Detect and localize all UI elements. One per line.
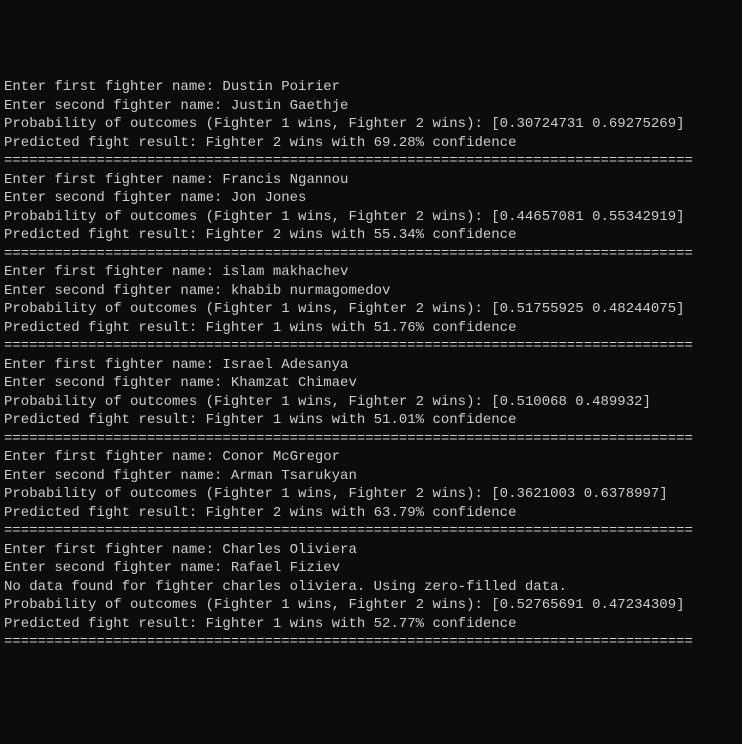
- prompt-fighter2: Enter second fighter name: Khamzat Chima…: [4, 374, 738, 393]
- probability-output: Probability of outcomes (Fighter 1 wins,…: [4, 596, 738, 615]
- no-data-warning: No data found for fighter charles olivie…: [4, 578, 738, 597]
- prompt-fighter1: Enter first fighter name: Charles Olivie…: [4, 541, 738, 560]
- predicted-result: Predicted fight result: Fighter 2 wins w…: [4, 504, 738, 523]
- predicted-result: Predicted fight result: Fighter 1 wins w…: [4, 411, 738, 430]
- separator: ========================================…: [4, 633, 738, 652]
- separator: ========================================…: [4, 152, 738, 171]
- probability-output: Probability of outcomes (Fighter 1 wins,…: [4, 300, 738, 319]
- prompt-fighter1: Enter first fighter name: Conor McGregor: [4, 448, 738, 467]
- probability-output: Probability of outcomes (Fighter 1 wins,…: [4, 115, 738, 134]
- prompt-fighter2: Enter second fighter name: Arman Tsaruky…: [4, 467, 738, 486]
- predicted-result: Predicted fight result: Fighter 1 wins w…: [4, 615, 738, 634]
- probability-output: Probability of outcomes (Fighter 1 wins,…: [4, 208, 738, 227]
- prompt-fighter2: Enter second fighter name: Rafael Fiziev: [4, 559, 738, 578]
- prompt-fighter2: Enter second fighter name: Justin Gaethj…: [4, 97, 738, 116]
- predicted-result: Predicted fight result: Fighter 1 wins w…: [4, 319, 738, 338]
- prompt-fighter1: Enter first fighter name: Dustin Poirier: [4, 78, 738, 97]
- separator: ========================================…: [4, 522, 738, 541]
- separator: ========================================…: [4, 245, 738, 264]
- prompt-fighter1: Enter first fighter name: Francis Nganno…: [4, 171, 738, 190]
- probability-output: Probability of outcomes (Fighter 1 wins,…: [4, 393, 738, 412]
- separator: ========================================…: [4, 337, 738, 356]
- prompt-fighter1: Enter first fighter name: islam makhache…: [4, 263, 738, 282]
- terminal-output: Enter first fighter name: Dustin Poirier…: [4, 78, 738, 652]
- prompt-fighter2: Enter second fighter name: khabib nurmag…: [4, 282, 738, 301]
- predicted-result: Predicted fight result: Fighter 2 wins w…: [4, 226, 738, 245]
- prompt-fighter2: Enter second fighter name: Jon Jones: [4, 189, 738, 208]
- prompt-fighter1: Enter first fighter name: Israel Adesany…: [4, 356, 738, 375]
- predicted-result: Predicted fight result: Fighter 2 wins w…: [4, 134, 738, 153]
- separator: ========================================…: [4, 430, 738, 449]
- probability-output: Probability of outcomes (Fighter 1 wins,…: [4, 485, 738, 504]
